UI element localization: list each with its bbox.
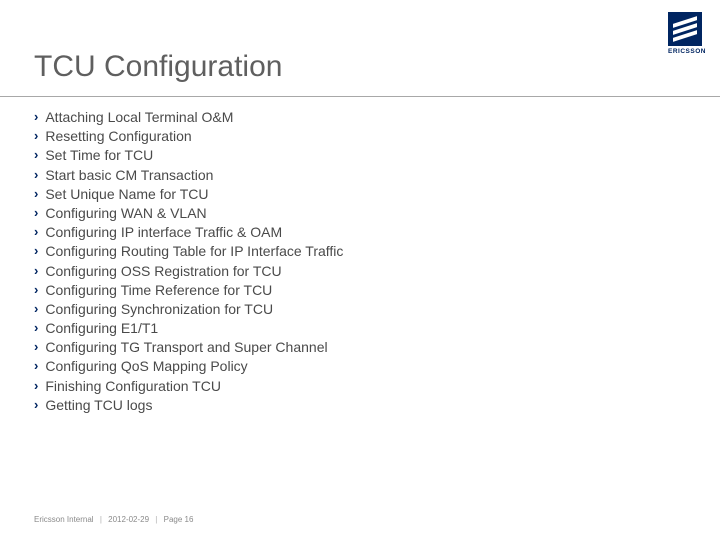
list-item: › Resetting Configuration <box>34 127 660 145</box>
list-item-text: Configuring IP interface Traffic & OAM <box>45 223 282 241</box>
list-item: › Configuring TG Transport and Super Chan… <box>34 338 660 356</box>
list-item-text: Getting TCU logs <box>45 396 152 414</box>
chevron-right-icon: › <box>34 167 38 184</box>
chevron-right-icon: › <box>34 378 38 395</box>
list-item: › Set Unique Name for TCU <box>34 185 660 203</box>
list-item: › Configuring Time Reference for TCU <box>34 281 660 299</box>
list-item-text: Configuring Routing Table for IP Interfa… <box>45 242 343 260</box>
chevron-right-icon: › <box>34 109 38 126</box>
list-item: › Configuring Routing Table for IP Interf… <box>34 242 660 260</box>
chevron-right-icon: › <box>34 128 38 145</box>
list-item-text: Configuring Time Reference for TCU <box>45 281 272 299</box>
list-item: › Configuring WAN & VLAN <box>34 204 660 222</box>
bullet-list: › Attaching Local Terminal O&M › Resetting … <box>34 108 660 415</box>
chevron-right-icon: › <box>34 358 38 375</box>
chevron-right-icon: › <box>34 339 38 356</box>
list-item: › Attaching Local Terminal O&M <box>34 108 660 126</box>
list-item: › Start basic CM Transaction <box>34 166 660 184</box>
footer: Ericsson Internal | 2012-02-29 | Page 16 <box>34 515 193 524</box>
list-item-text: Configuring E1/T1 <box>45 319 158 337</box>
list-item: › Configuring OSS Registration for TCU <box>34 262 660 280</box>
list-item: › Configuring IP interface Traffic & OAM <box>34 223 660 241</box>
page-title: TCU Configuration <box>34 50 282 84</box>
chevron-right-icon: › <box>34 397 38 414</box>
chevron-right-icon: › <box>34 282 38 299</box>
footer-page-label: Page <box>164 515 185 524</box>
list-item-text: Configuring WAN & VLAN <box>45 204 206 222</box>
list-item: › Configuring Synchronization for TCU <box>34 300 660 318</box>
chevron-right-icon: › <box>34 263 38 280</box>
list-item-text: Start basic CM Transaction <box>45 166 213 184</box>
chevron-right-icon: › <box>34 243 38 260</box>
chevron-right-icon: › <box>34 186 38 203</box>
list-item-text: Configuring OSS Registration for TCU <box>45 262 281 280</box>
footer-date: 2012-02-29 <box>108 515 149 524</box>
list-item-text: Attaching Local Terminal O&M <box>45 108 233 126</box>
chevron-right-icon: › <box>34 301 38 318</box>
list-item: › Getting TCU logs <box>34 396 660 414</box>
list-item-text: Configuring QoS Mapping Policy <box>45 357 247 375</box>
title-divider <box>0 96 720 97</box>
ericsson-logo-text: ERICSSON <box>668 48 702 55</box>
footer-page-number: 16 <box>185 515 194 524</box>
list-item: › Configuring E1/T1 <box>34 319 660 337</box>
chevron-right-icon: › <box>34 224 38 241</box>
chevron-right-icon: › <box>34 320 38 337</box>
list-item-text: Set Unique Name for TCU <box>45 185 208 203</box>
list-item: › Finishing Configuration TCU <box>34 377 660 395</box>
list-item-text: Set Time for TCU <box>45 146 153 164</box>
list-item: › Set Time for TCU <box>34 146 660 164</box>
list-item-text: Finishing Configuration TCU <box>45 377 221 395</box>
list-item-text: Configuring TG Transport and Super Chann… <box>45 338 327 356</box>
list-item-text: Resetting Configuration <box>45 127 191 145</box>
ericsson-logo-mark <box>668 12 702 46</box>
chevron-right-icon: › <box>34 205 38 222</box>
list-item-text: Configuring Synchronization for TCU <box>45 300 273 318</box>
chevron-right-icon: › <box>34 147 38 164</box>
footer-classification: Ericsson Internal <box>34 515 94 524</box>
list-item: › Configuring QoS Mapping Policy <box>34 357 660 375</box>
ericsson-logo: ERICSSON <box>668 12 702 55</box>
